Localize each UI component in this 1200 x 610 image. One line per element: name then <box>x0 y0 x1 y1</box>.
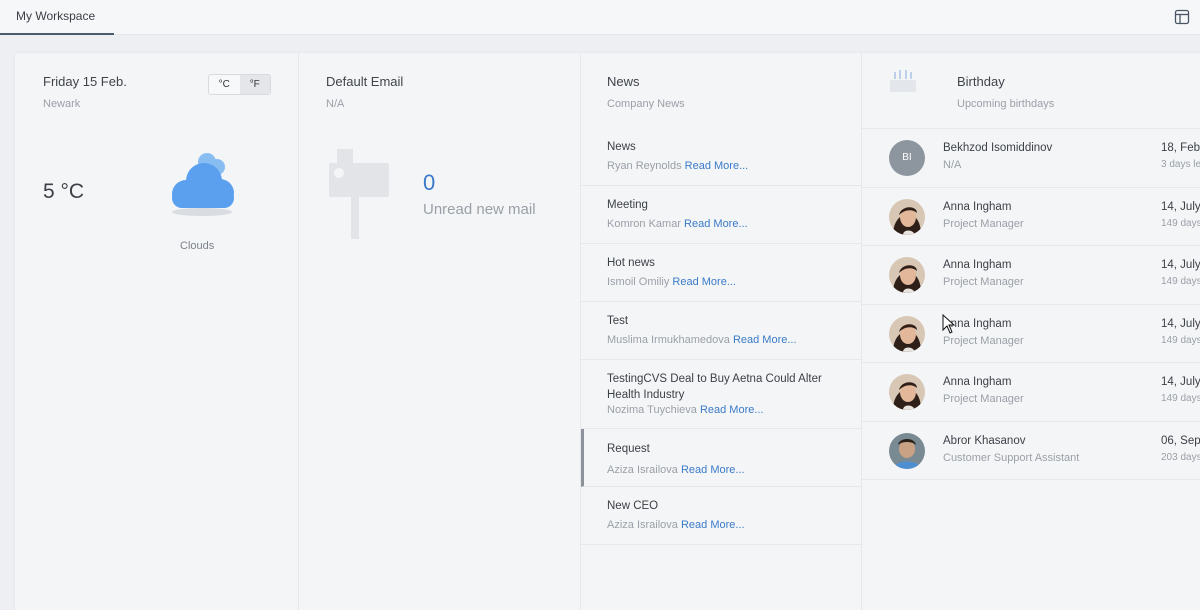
birthday-row[interactable]: Anna Ingham Project Manager 14, July 149… <box>862 188 1200 246</box>
person-name: Anna Ingham <box>943 259 1012 271</box>
avatar <box>889 315 925 352</box>
news-item[interactable]: New CEO Aziza Israilova Read More... <box>581 487 862 545</box>
read-more-link[interactable]: Read More... <box>700 404 764 416</box>
unread-label: Unread new mail <box>423 201 536 218</box>
news-item-title: Hot news <box>607 257 655 269</box>
birthday-date: 14, July <box>1161 200 1200 213</box>
news-item[interactable]: Hot news Ismoil Omiliy Read More... <box>581 244 862 302</box>
news-item-title: Test <box>607 315 629 327</box>
temperature: 5 °C <box>43 180 85 203</box>
person-role: Project Manager <box>943 334 1024 347</box>
avatar <box>889 432 925 469</box>
news-item-author: Ryan Reynolds <box>607 160 682 172</box>
layout-icon[interactable] <box>1174 9 1190 25</box>
news-item-author: Aziza Israilova <box>607 519 678 531</box>
person-role: N/A <box>943 159 962 171</box>
news-item-title: Request <box>607 443 650 455</box>
weather-widget: Friday 15 Feb. Newark °C °F 5 °C Clouds <box>15 53 299 610</box>
mouse-cursor-icon <box>942 314 956 334</box>
news-list: News Ryan Reynolds Read More... Meeting … <box>581 128 862 545</box>
person-role: Project Manager <box>943 393 1024 405</box>
news-item-author: Muslima Irmukhamedova <box>607 334 730 346</box>
days-left: 3 days le <box>1161 159 1200 170</box>
birthday-date: 14, July <box>1161 259 1200 271</box>
avatar: BI <box>889 140 925 176</box>
news-item[interactable]: Test Muslima Irmukhamedova Read More... <box>581 302 862 360</box>
read-more-link[interactable]: Read More... <box>685 160 749 172</box>
news-item-title: Meeting <box>607 199 648 211</box>
avatar <box>889 198 925 235</box>
birthday-subtitle: Upcoming birthdays <box>957 98 1055 110</box>
birthday-row[interactable]: Anna Ingham Project Manager 14, July 149… <box>862 246 1200 305</box>
read-more-link[interactable]: Read More... <box>672 276 736 288</box>
news-title: News <box>607 74 640 89</box>
birthday-row[interactable]: BI Bekhzod Isomiddinov N/A 18, Febr 3 da… <box>862 129 1200 188</box>
avatar <box>889 257 925 293</box>
news-widget: News Company News News Ryan Reynolds Rea… <box>581 53 862 610</box>
tab-my-workspace[interactable]: My Workspace <box>0 0 114 35</box>
unit-toggle: °C °F <box>208 74 271 95</box>
news-item[interactable]: TestingCVS Deal to Buy Aetna Could Alter… <box>581 360 862 429</box>
birthday-widget: Birthday Upcoming birthdays BI Bekhzod I… <box>862 53 1200 610</box>
birthday-row[interactable]: Anna Ingham Project Manager 14, July 149… <box>862 363 1200 422</box>
celsius-button[interactable]: °C <box>209 75 240 94</box>
person-role: Customer Support Assistant <box>943 451 1080 464</box>
weather-date: Friday 15 Feb. <box>43 74 127 89</box>
birthday-row[interactable]: Abror Khasanov Customer Support Assistan… <box>862 422 1200 480</box>
read-more-link[interactable]: Read More... <box>684 218 748 230</box>
days-left: 149 days <box>1161 276 1200 287</box>
news-item-title: New CEO <box>607 500 659 512</box>
top-bar: My Workspace <box>0 0 1200 35</box>
news-item[interactable]: News Ryan Reynolds Read More... <box>581 128 862 186</box>
email-widget: Default Email N/A 0 Unread new mail <box>299 53 581 610</box>
mailbox-icon <box>329 149 389 239</box>
news-item-title: News <box>607 141 636 153</box>
news-subtitle: Company News <box>607 98 685 110</box>
days-left: 203 days <box>1161 451 1200 463</box>
email-address: N/A <box>326 98 345 110</box>
news-item-selected[interactable]: Request Aziza Israilova Read More... <box>581 429 862 487</box>
news-item-author: Nozima Tuychieva <box>607 404 697 416</box>
birthday-date: 18, Febr <box>1161 142 1200 154</box>
news-item-author: Ismoil Omiliy <box>607 276 670 288</box>
weather-city: Newark <box>43 98 81 110</box>
birthday-date: 14, July <box>1161 317 1200 330</box>
days-left: 149 days <box>1161 393 1200 404</box>
person-name: Anna Ingham <box>943 376 1012 388</box>
fahrenheit-button[interactable]: °F <box>239 75 270 94</box>
birthday-list: BI Bekhzod Isomiddinov N/A 18, Febr 3 da… <box>862 128 1200 480</box>
person-name: Bekhzod Isomiddinov <box>943 142 1053 154</box>
days-left: 149 days <box>1161 217 1200 229</box>
birthday-row[interactable]: Anna Ingham Project Manager 14, July 149… <box>862 305 1200 363</box>
person-role: Project Manager <box>943 217 1024 230</box>
read-more-link[interactable]: Read More... <box>733 334 797 346</box>
news-item-author: Aziza Israilova <box>607 464 678 476</box>
cloud-icon <box>172 153 234 216</box>
person-name: Abror Khasanov <box>943 434 1026 447</box>
dashboard-panel: Friday 15 Feb. Newark °C °F 5 °C Clouds … <box>15 53 1200 610</box>
person-role: Project Manager <box>943 276 1024 288</box>
news-item[interactable]: Meeting Komron Kamar Read More... <box>581 186 862 244</box>
birthday-title: Birthday <box>957 74 1005 89</box>
news-item-title: TestingCVS Deal to Buy Aetna Could Alter… <box>607 373 822 401</box>
unread-count: 0 <box>423 170 436 195</box>
person-name: Anna Ingham <box>943 200 1012 213</box>
birthday-date: 06, Sep <box>1161 434 1200 447</box>
days-left: 149 days <box>1161 334 1200 346</box>
birthday-date: 14, July <box>1161 376 1200 388</box>
email-title: Default Email <box>326 74 404 89</box>
read-more-link[interactable]: Read More... <box>681 464 745 476</box>
read-more-link[interactable]: Read More... <box>681 519 745 531</box>
weather-condition: Clouds <box>180 240 215 252</box>
news-item-author: Komron Kamar <box>607 218 681 230</box>
cake-icon <box>890 70 916 92</box>
avatar <box>889 374 925 410</box>
